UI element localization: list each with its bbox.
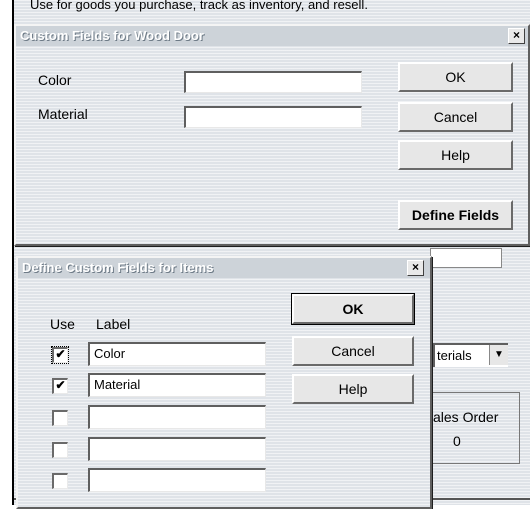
- label-input[interactable]: Color: [88, 342, 266, 366]
- use-checkbox[interactable]: ✔: [52, 378, 68, 394]
- use-checkbox[interactable]: ✔: [51, 346, 69, 364]
- label-input[interactable]: [88, 437, 266, 461]
- label-input[interactable]: Material: [88, 373, 266, 397]
- ok-button[interactable]: OK: [291, 293, 415, 325]
- column-header-label: Label: [96, 316, 131, 332]
- chevron-down-icon[interactable]: ▼: [489, 345, 508, 365]
- background-dropdown[interactable]: terials ▼: [433, 343, 508, 367]
- background-dropdown-value: terials: [437, 348, 472, 363]
- help-button[interactable]: Help: [292, 374, 414, 404]
- background-input: [430, 248, 502, 268]
- column-header-use: Use: [50, 316, 75, 332]
- field-label-color: Color: [38, 72, 72, 88]
- close-icon[interactable]: ×: [508, 28, 525, 44]
- label-input[interactable]: [88, 405, 266, 429]
- define-fields-title: Define Custom Fields for Items: [22, 260, 214, 275]
- define-custom-fields-dialog: Define Custom Fields for Items × Use Lab…: [16, 256, 432, 509]
- cancel-button[interactable]: Cancel: [398, 102, 513, 132]
- material-field[interactable]: [184, 106, 362, 128]
- cancel-button[interactable]: Cancel: [292, 336, 414, 366]
- use-checkbox[interactable]: [52, 473, 68, 489]
- close-icon[interactable]: ×: [407, 260, 424, 276]
- define-fields-button[interactable]: Define Fields: [398, 200, 513, 230]
- use-checkbox[interactable]: [52, 410, 68, 426]
- sales-order-label: ales Order: [433, 409, 499, 425]
- sales-order-value: 0: [453, 433, 461, 449]
- use-checkbox[interactable]: [52, 442, 68, 458]
- define-fields-titlebar: Define Custom Fields for Items ×: [18, 258, 430, 278]
- custom-fields-titlebar: Custom Fields for Wood Door ×: [16, 26, 528, 46]
- ok-button[interactable]: OK: [398, 62, 513, 92]
- background-top-text: Use for goods you purchase, track as inv…: [30, 0, 368, 12]
- sales-order-box: ales Order 0: [430, 392, 520, 464]
- help-button[interactable]: Help: [398, 140, 513, 170]
- custom-fields-title: Custom Fields for Wood Door: [20, 28, 204, 43]
- color-field[interactable]: [184, 71, 362, 93]
- field-label-material: Material: [38, 106, 88, 122]
- custom-fields-dialog: Custom Fields for Wood Door × Color Mate…: [14, 24, 530, 246]
- label-input[interactable]: [88, 468, 266, 492]
